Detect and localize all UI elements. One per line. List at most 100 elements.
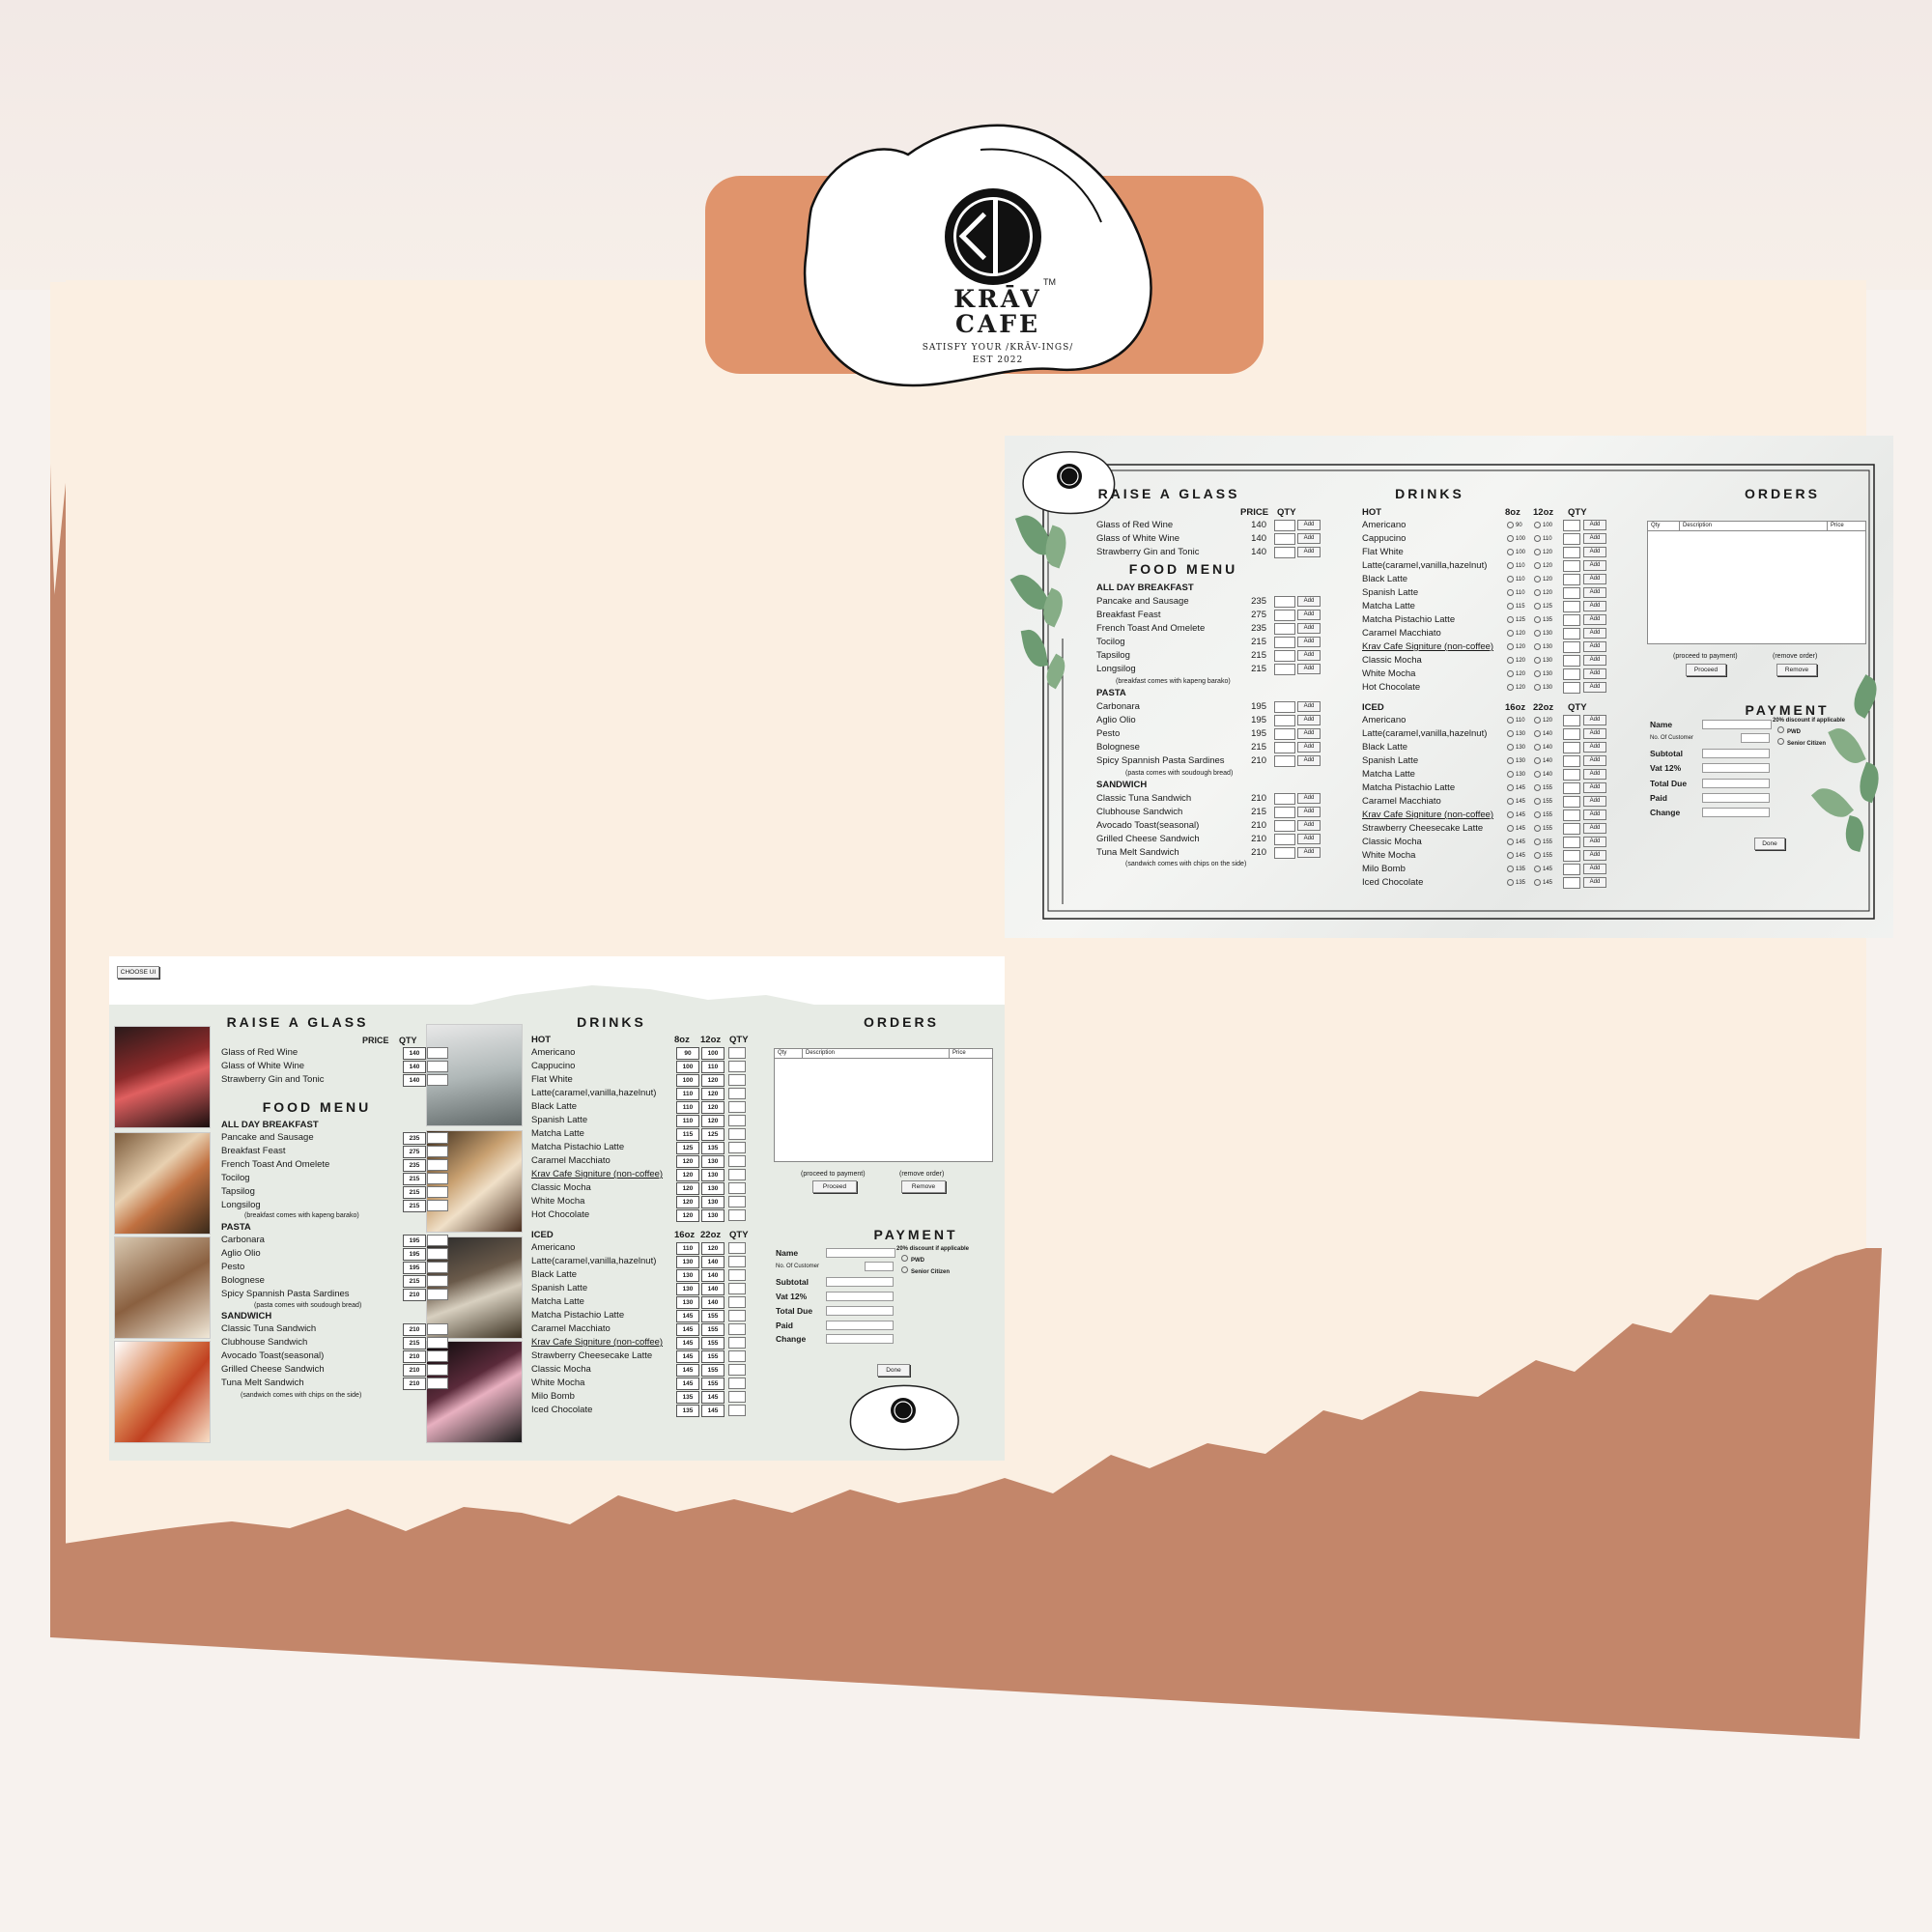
add-button[interactable]: Add xyxy=(1583,823,1606,834)
qty-input[interactable] xyxy=(1274,834,1295,845)
qty-input[interactable] xyxy=(728,1337,746,1349)
add-button[interactable]: Add xyxy=(1583,560,1606,571)
vat-field[interactable] xyxy=(826,1292,894,1301)
size-radio-large[interactable]: 145 xyxy=(1534,863,1552,876)
qty-input[interactable] xyxy=(728,1405,746,1416)
choose-ui-button[interactable]: CHOOSE UI xyxy=(117,966,159,979)
orders-listbox[interactable]: Qty Description Price xyxy=(774,1048,993,1162)
qty-input[interactable] xyxy=(427,1364,448,1376)
add-button[interactable]: Add xyxy=(1297,701,1321,712)
qty-input[interactable] xyxy=(1274,820,1295,832)
qty-input[interactable] xyxy=(427,1146,448,1157)
subtotal-field[interactable] xyxy=(826,1277,894,1287)
customers-input[interactable] xyxy=(1741,733,1770,743)
qty-input[interactable] xyxy=(1563,755,1580,767)
size-radio-large[interactable]: 130 xyxy=(1534,681,1552,695)
size-radio-small[interactable]: 120 xyxy=(1507,654,1525,668)
qty-input[interactable] xyxy=(1274,664,1295,675)
size-radio-large[interactable]: 155 xyxy=(1534,781,1552,795)
qty-input[interactable] xyxy=(728,1088,746,1099)
senior-radio[interactable]: Senior Citizen xyxy=(901,1265,950,1279)
add-button[interactable]: Add xyxy=(1297,755,1321,766)
proceed-button[interactable]: Proceed xyxy=(812,1180,857,1193)
qty-input[interactable] xyxy=(1274,520,1295,531)
size-radio-small[interactable]: 130 xyxy=(1507,741,1525,754)
size-radio-large[interactable]: 120 xyxy=(1534,546,1552,559)
qty-input[interactable] xyxy=(1563,823,1580,835)
qty-input[interactable] xyxy=(1274,742,1295,753)
add-button[interactable]: Add xyxy=(1297,610,1321,620)
qty-input[interactable] xyxy=(427,1248,448,1260)
qty-input[interactable] xyxy=(427,1186,448,1198)
add-button[interactable]: Add xyxy=(1297,520,1321,530)
add-button[interactable]: Add xyxy=(1583,628,1606,639)
size-radio-small[interactable]: 110 xyxy=(1507,586,1525,600)
qty-input[interactable] xyxy=(1563,655,1580,667)
add-button[interactable]: Add xyxy=(1297,596,1321,607)
add-button[interactable]: Add xyxy=(1583,587,1606,598)
size-radio-large[interactable]: 140 xyxy=(1534,741,1552,754)
qty-input[interactable] xyxy=(427,1132,448,1144)
size-radio-small[interactable]: 125 xyxy=(1507,613,1525,627)
name-input[interactable] xyxy=(1702,720,1772,729)
remove-button[interactable]: Remove xyxy=(901,1180,946,1193)
size-radio-large[interactable]: 140 xyxy=(1534,727,1552,741)
add-button[interactable]: Add xyxy=(1583,655,1606,666)
qty-input[interactable] xyxy=(728,1310,746,1321)
add-button[interactable]: Add xyxy=(1583,877,1606,888)
add-button[interactable]: Add xyxy=(1297,728,1321,739)
add-button[interactable]: Add xyxy=(1297,664,1321,674)
add-button[interactable]: Add xyxy=(1583,682,1606,693)
size-radio-large[interactable]: 155 xyxy=(1534,795,1552,809)
size-radio-small[interactable]: 120 xyxy=(1507,627,1525,640)
add-button[interactable]: Add xyxy=(1583,810,1606,820)
add-button[interactable]: Add xyxy=(1583,668,1606,679)
qty-input[interactable] xyxy=(728,1256,746,1267)
size-radio-small[interactable]: 145 xyxy=(1507,849,1525,863)
size-radio-small[interactable]: 130 xyxy=(1507,754,1525,768)
qty-input[interactable] xyxy=(1563,682,1580,694)
size-radio-small[interactable]: 135 xyxy=(1507,876,1525,890)
size-radio-small[interactable]: 130 xyxy=(1507,727,1525,741)
qty-input[interactable] xyxy=(1563,533,1580,545)
qty-input[interactable] xyxy=(1563,547,1580,558)
qty-input[interactable] xyxy=(1563,769,1580,781)
change-field[interactable] xyxy=(1702,808,1770,817)
qty-input[interactable] xyxy=(728,1364,746,1376)
qty-input[interactable] xyxy=(1563,850,1580,862)
add-button[interactable]: Add xyxy=(1297,834,1321,844)
add-button[interactable]: Add xyxy=(1297,820,1321,831)
qty-input[interactable] xyxy=(1563,601,1580,612)
qty-input[interactable] xyxy=(1274,610,1295,621)
qty-input[interactable] xyxy=(1563,837,1580,848)
qty-input[interactable] xyxy=(427,1159,448,1171)
add-button[interactable]: Add xyxy=(1297,623,1321,634)
qty-input[interactable] xyxy=(427,1350,448,1362)
size-radio-large[interactable]: 130 xyxy=(1534,654,1552,668)
size-radio-large[interactable]: 155 xyxy=(1534,809,1552,822)
qty-input[interactable] xyxy=(1274,547,1295,558)
size-radio-large[interactable]: 110 xyxy=(1534,532,1552,546)
qty-input[interactable] xyxy=(1563,574,1580,585)
qty-input[interactable] xyxy=(1274,715,1295,726)
size-radio-large[interactable]: 155 xyxy=(1534,836,1552,849)
qty-input[interactable] xyxy=(728,1296,746,1308)
qty-input[interactable] xyxy=(1274,596,1295,608)
add-button[interactable]: Add xyxy=(1583,614,1606,625)
size-radio-small[interactable]: 135 xyxy=(1507,863,1525,876)
qty-input[interactable] xyxy=(1563,641,1580,653)
add-button[interactable]: Add xyxy=(1583,533,1606,544)
size-radio-small[interactable]: 110 xyxy=(1507,559,1525,573)
add-button[interactable]: Add xyxy=(1297,807,1321,817)
paid-input[interactable] xyxy=(826,1321,894,1330)
qty-input[interactable] xyxy=(728,1209,746,1221)
customers-input[interactable] xyxy=(865,1262,894,1271)
add-button[interactable]: Add xyxy=(1583,796,1606,807)
qty-input[interactable] xyxy=(427,1289,448,1300)
add-button[interactable]: Add xyxy=(1583,641,1606,652)
size-radio-small[interactable]: 100 xyxy=(1507,532,1525,546)
qty-input[interactable] xyxy=(427,1047,448,1059)
size-radio-large[interactable]: 145 xyxy=(1534,876,1552,890)
qty-input[interactable] xyxy=(1563,782,1580,794)
qty-input[interactable] xyxy=(728,1074,746,1086)
